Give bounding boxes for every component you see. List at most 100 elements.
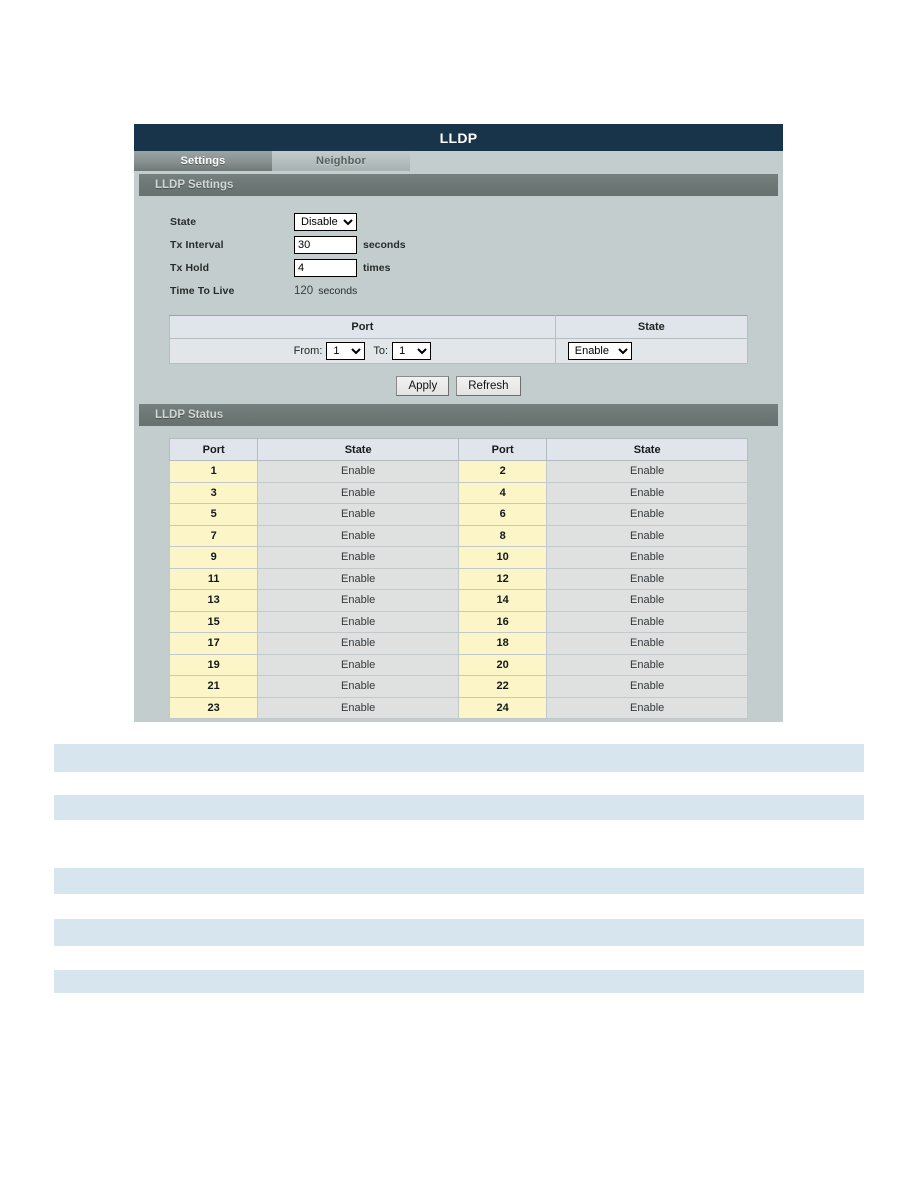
status-cell-state: Enable xyxy=(257,589,459,612)
table-row: 5 Enable 6 Enable xyxy=(168,503,748,526)
status-cell-port: 17 xyxy=(168,632,259,655)
from-label: From: xyxy=(293,345,323,357)
status-cell-state: Enable xyxy=(546,567,748,590)
tx-hold-label: Tx Hold xyxy=(170,261,210,274)
status-cell-state: Enable xyxy=(546,632,748,655)
lldp-status-table: Port State Port State 1 Enable 2 Enable 3 Ena… xyxy=(168,438,748,719)
status-cell-port: 14 xyxy=(457,589,548,612)
tab-settings-label: Settings xyxy=(180,155,226,167)
state-select[interactable]: DisableEnable xyxy=(294,212,357,231)
status-cell-port: 2 xyxy=(457,460,548,483)
lldp-settings-heading-label: LLDP Settings xyxy=(155,179,234,191)
lldp-settings-section-heading: LLDP Settings xyxy=(139,174,778,196)
status-cell-port: 3 xyxy=(168,481,259,504)
status-cell-state: Enable xyxy=(546,546,748,569)
status-cell-state: Enable xyxy=(546,460,748,483)
status-table-body: 1 Enable 2 Enable 3 Enable 4 Enable 5 Enable 6 Enab… xyxy=(168,460,748,719)
status-cell-state: Enable xyxy=(257,524,459,547)
time-to-live-value: 120 xyxy=(294,284,314,297)
tx-interval-unit: seconds xyxy=(363,238,406,251)
port-range-header-state: State xyxy=(554,315,749,339)
status-cell-state: Enable xyxy=(546,524,748,547)
page-title: LLDP xyxy=(439,129,478,146)
status-cell-state: Enable xyxy=(257,503,459,526)
status-cell-port: 24 xyxy=(457,696,548,719)
port-range-state-cell: EnableDisable xyxy=(554,338,749,364)
tx-hold-input[interactable] xyxy=(294,258,357,277)
tx-interval-label: Tx Interval xyxy=(170,238,224,251)
status-cell-port: 12 xyxy=(457,567,548,590)
tab-neighbor[interactable]: Neighbor xyxy=(272,151,410,171)
lldp-status-section-heading: LLDP Status xyxy=(139,404,778,426)
status-cell-port: 8 xyxy=(457,524,548,547)
status-header-row: Port State Port State xyxy=(168,438,748,461)
tab-settings[interactable]: Settings xyxy=(134,151,272,171)
status-cell-port: 20 xyxy=(457,653,548,676)
redacted-text-bar xyxy=(54,868,864,894)
refresh-button[interactable]: Refresh xyxy=(456,376,521,396)
tx-hold-unit: times xyxy=(363,261,391,274)
port-range-state-select[interactable]: EnableDisable xyxy=(567,342,632,360)
table-row: 7 Enable 8 Enable xyxy=(168,524,748,547)
status-cell-port: 5 xyxy=(168,503,259,526)
status-cell-state: Enable xyxy=(546,610,748,633)
tx-interval-input[interactable] xyxy=(294,235,357,254)
status-cell-port: 22 xyxy=(457,675,548,698)
status-cell-state: Enable xyxy=(257,632,459,655)
redacted-text-bar xyxy=(54,970,864,993)
status-cell-state: Enable xyxy=(257,567,459,590)
status-cell-port: 16 xyxy=(457,610,548,633)
redacted-text-bar xyxy=(54,744,864,772)
time-to-live-unit: seconds xyxy=(318,284,358,297)
status-cell-port: 4 xyxy=(457,481,548,504)
status-header-state-1: State xyxy=(257,438,459,461)
status-header-state-2: State xyxy=(546,438,748,461)
time-to-live-form-row: Time To Live 120 seconds xyxy=(134,279,783,302)
table-row: 19 Enable 20 Enable xyxy=(168,653,748,676)
tab-neighbor-label: Neighbor xyxy=(316,155,366,167)
port-range-header-row: Port State xyxy=(169,315,749,339)
status-cell-port: 19 xyxy=(168,653,259,676)
port-range-select-table: Port State From:123456789101112131415161… xyxy=(169,315,749,364)
state-label: State xyxy=(170,215,197,228)
time-to-live-label: Time To Live xyxy=(170,284,235,297)
table-row: 3 Enable 4 Enable xyxy=(168,481,748,504)
table-row: 15 Enable 16 Enable xyxy=(168,610,748,633)
to-port-select[interactable]: 123456789101112131415161718192021222324 xyxy=(392,342,432,360)
table-row: 11 Enable 12 Enable xyxy=(168,567,748,590)
status-cell-state: Enable xyxy=(546,675,748,698)
status-cell-port: 18 xyxy=(457,632,548,655)
table-row: 13 Enable 14 Enable xyxy=(168,589,748,612)
state-form-row: State DisableEnable xyxy=(134,210,783,233)
status-header-port-1: Port xyxy=(168,438,259,461)
device-web-ui-panel: LLDP Settings Neighbor LLDP Settings Sta… xyxy=(134,124,783,722)
tab-strip: Settings Neighbor xyxy=(134,151,783,171)
status-cell-state: Enable xyxy=(257,481,459,504)
port-range-input-row: From:12345678910111213141516171819202122… xyxy=(169,338,749,364)
from-port-select[interactable]: 123456789101112131415161718192021222324 xyxy=(326,342,366,360)
status-cell-state: Enable xyxy=(257,610,459,633)
status-cell-port: 9 xyxy=(168,546,259,569)
status-cell-state: Enable xyxy=(257,460,459,483)
status-cell-state: Enable xyxy=(257,675,459,698)
status-cell-port: 23 xyxy=(168,696,259,719)
table-row: 1 Enable 2 Enable xyxy=(168,460,748,483)
status-cell-state: Enable xyxy=(546,696,748,719)
status-cell-port: 13 xyxy=(168,589,259,612)
action-button-row: Apply Refresh xyxy=(134,376,783,396)
apply-button[interactable]: Apply xyxy=(396,376,450,396)
status-cell-port: 10 xyxy=(457,546,548,569)
status-cell-state: Enable xyxy=(546,653,748,676)
port-range-header-port: Port xyxy=(169,315,556,339)
table-row: 23 Enable 24 Enable xyxy=(168,696,748,719)
tx-interval-form-row: Tx Interval seconds xyxy=(134,233,783,256)
table-row: 21 Enable 22 Enable xyxy=(168,675,748,698)
status-header-port-2: Port xyxy=(457,438,548,461)
status-cell-state: Enable xyxy=(546,503,748,526)
status-cell-port: 6 xyxy=(457,503,548,526)
port-range-cell: From:12345678910111213141516171819202122… xyxy=(169,338,556,364)
status-cell-port: 7 xyxy=(168,524,259,547)
status-cell-port: 21 xyxy=(168,675,259,698)
status-cell-state: Enable xyxy=(257,546,459,569)
lldp-settings-body: State DisableEnable Tx Interval seconds … xyxy=(134,196,783,396)
